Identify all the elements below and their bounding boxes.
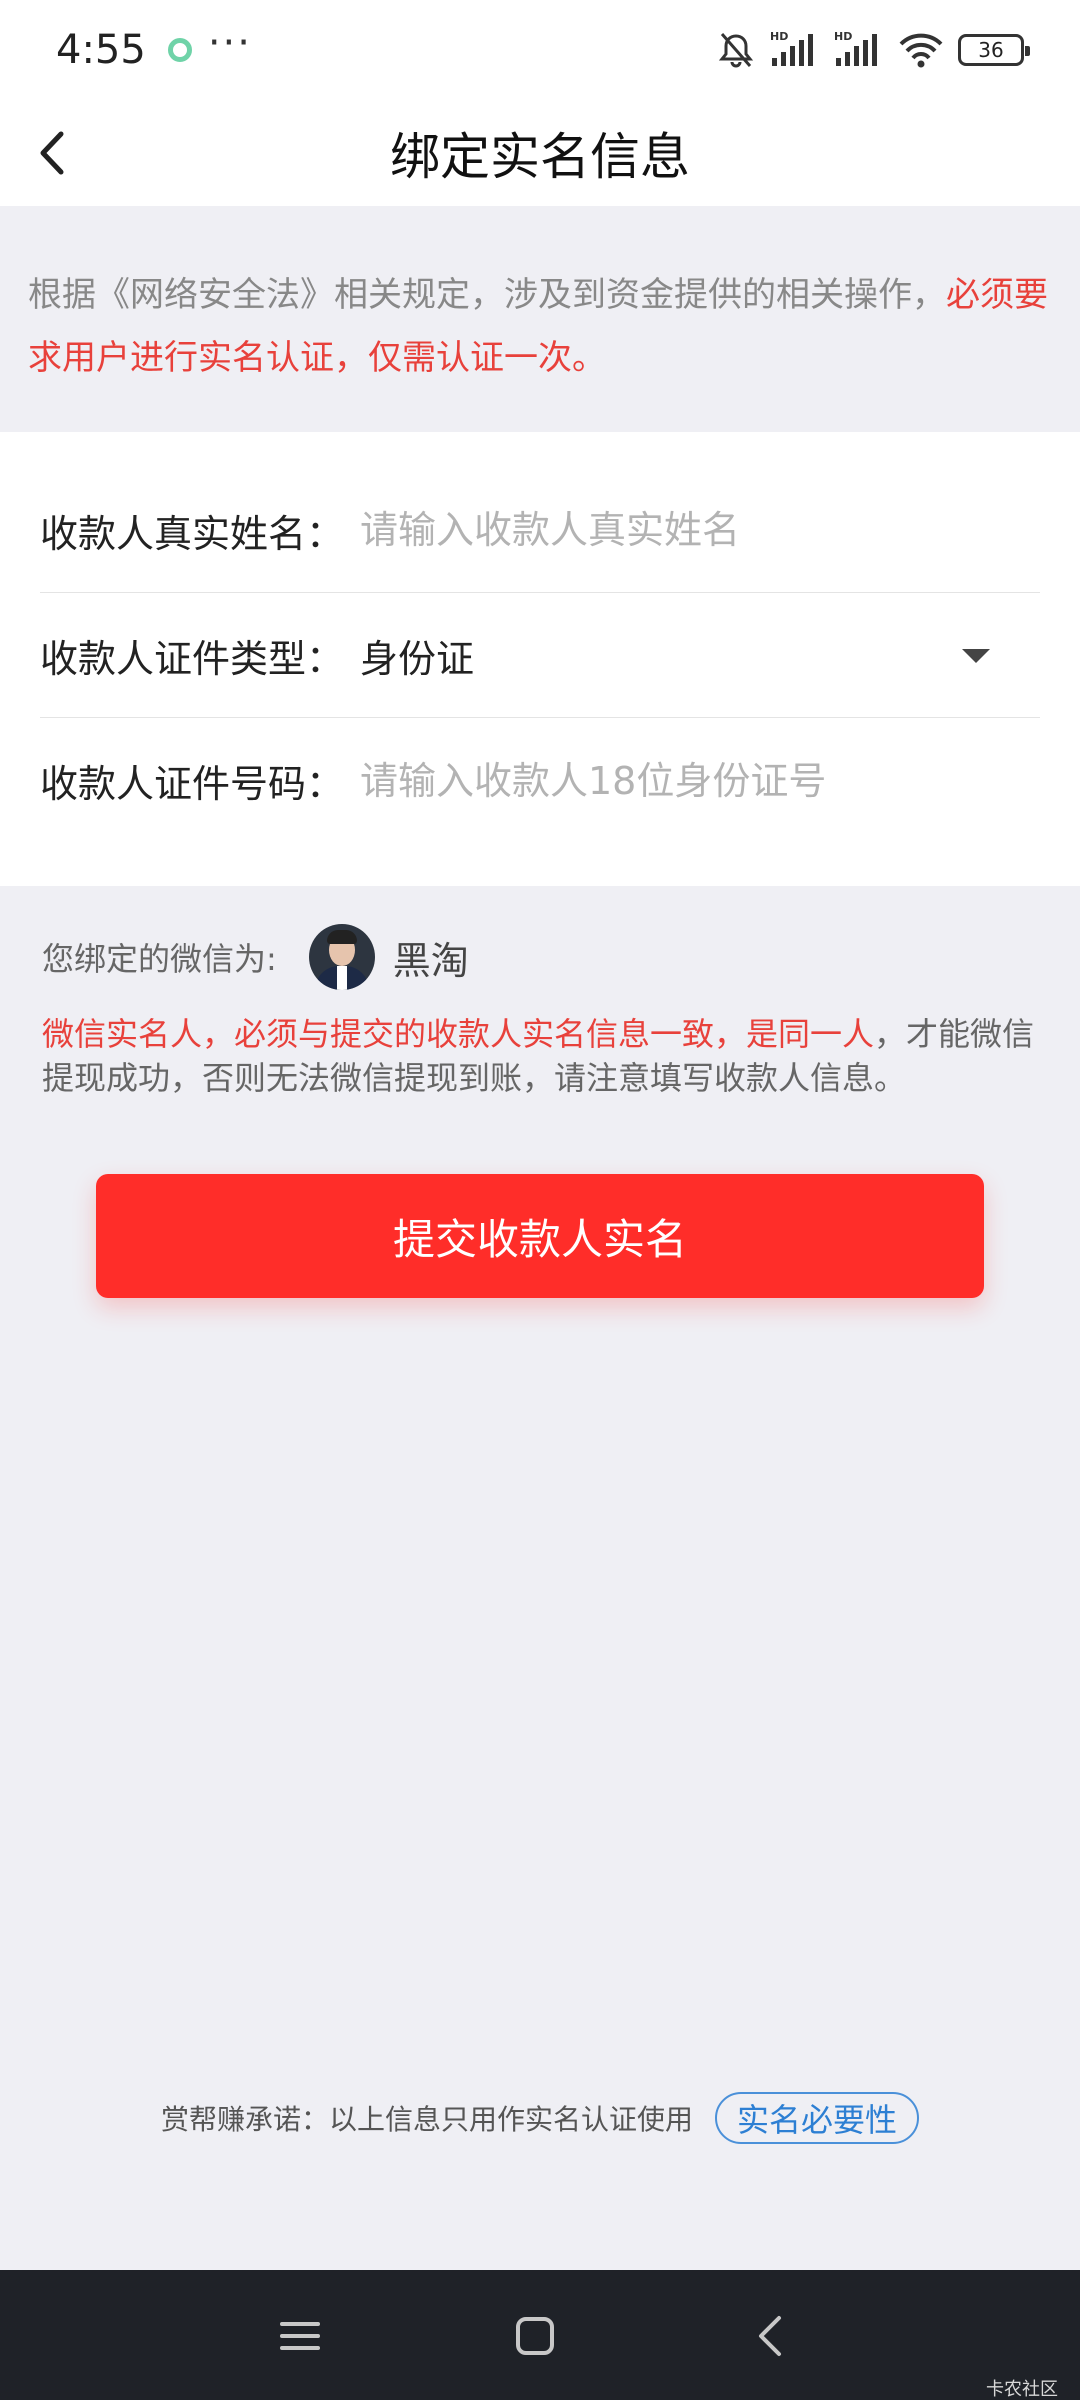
wechat-label: 您绑定的微信为: <box>42 940 277 978</box>
notice-text: 根据《网络安全法》相关规定，涉及到资金提供的相关操作， <box>28 275 946 315</box>
wechat-name: 黑淘 <box>392 938 469 983</box>
menu-icon <box>280 2322 320 2350</box>
mute-bell-icon <box>716 30 756 70</box>
notification-dot-icon <box>167 38 192 62</box>
system-nav-bar <box>0 2270 1080 2400</box>
warning-text-highlight: 微信实名人，必须与提交的收款人实名信息一致，是同一人 <box>42 1015 875 1053</box>
privacy-promise: 赏帮赚承诺：以上信息只用作实名认证使用 实名必要性 <box>0 2092 1080 2144</box>
caret-down-icon[interactable] <box>962 649 990 663</box>
id-number-row: 收款人证件号码： <box>40 718 1040 843</box>
avatar <box>308 924 375 990</box>
name-label: 收款人真实姓名： <box>40 511 345 556</box>
chevron-left-icon <box>40 131 64 175</box>
header: 绑定实名信息 <box>0 100 1080 206</box>
back-triangle-icon <box>759 2316 781 2356</box>
home-square-icon <box>516 2317 554 2355</box>
home-button[interactable] <box>505 2306 565 2366</box>
svg-text:HD: HD <box>834 30 852 43</box>
more-notifications-icon: ··· <box>207 20 252 66</box>
wifi-icon <box>898 30 944 70</box>
id-type-select[interactable]: 身份证 <box>360 628 1040 683</box>
id-number-label: 收款人证件号码： <box>40 762 345 806</box>
necessity-button[interactable]: 实名必要性 <box>715 2092 920 2144</box>
page-title: 绑定实名信息 <box>390 128 690 186</box>
status-icons: HD HD 36 <box>716 30 1030 70</box>
wechat-warning: 微信实名人，必须与提交的收款人实名信息一致，是同一人，才能微信提现成功，否则无法… <box>42 1012 1042 1100</box>
submit-button[interactable]: 提交收款人实名 <box>96 1174 984 1298</box>
nav-back-button[interactable] <box>740 2306 800 2366</box>
id-type-row[interactable]: 收款人证件类型： 身份证 <box>40 593 1040 718</box>
status-bar: 4:55 ··· HD HD 36 <box>0 0 1080 100</box>
id-number-input[interactable] <box>360 758 1040 803</box>
battery-icon: 36 <box>958 34 1030 66</box>
watermark: 卡农社区 <box>986 2379 1058 2400</box>
name-input[interactable] <box>360 508 1040 552</box>
menu-button[interactable] <box>270 2306 330 2366</box>
page: 4:55 ··· HD HD 36 绑定实名信息 根据《网络安全法》相关规定，涉… <box>0 0 1080 2400</box>
status-time: 4:55 <box>56 27 146 73</box>
svg-text:HD: HD <box>770 30 788 43</box>
name-row: 收款人真实姓名： <box>40 468 1040 593</box>
legal-notice: 根据《网络安全法》相关规定，涉及到资金提供的相关操作，必须要求用户进行实名认证，… <box>0 206 1080 430</box>
back-button[interactable] <box>22 120 82 186</box>
id-type-label: 收款人证件类型： <box>40 636 345 681</box>
signal-hd-icon-2: HD <box>834 30 884 70</box>
realname-form: 收款人真实姓名： 收款人证件类型： 身份证 收款人证件号码： <box>0 432 1080 886</box>
promise-text: 赏帮赚承诺：以上信息只用作实名认证使用 <box>160 2103 693 2136</box>
signal-hd-icon-1: HD <box>770 30 820 70</box>
wechat-binding: 您绑定的微信为: 黑淘 <box>42 924 469 990</box>
